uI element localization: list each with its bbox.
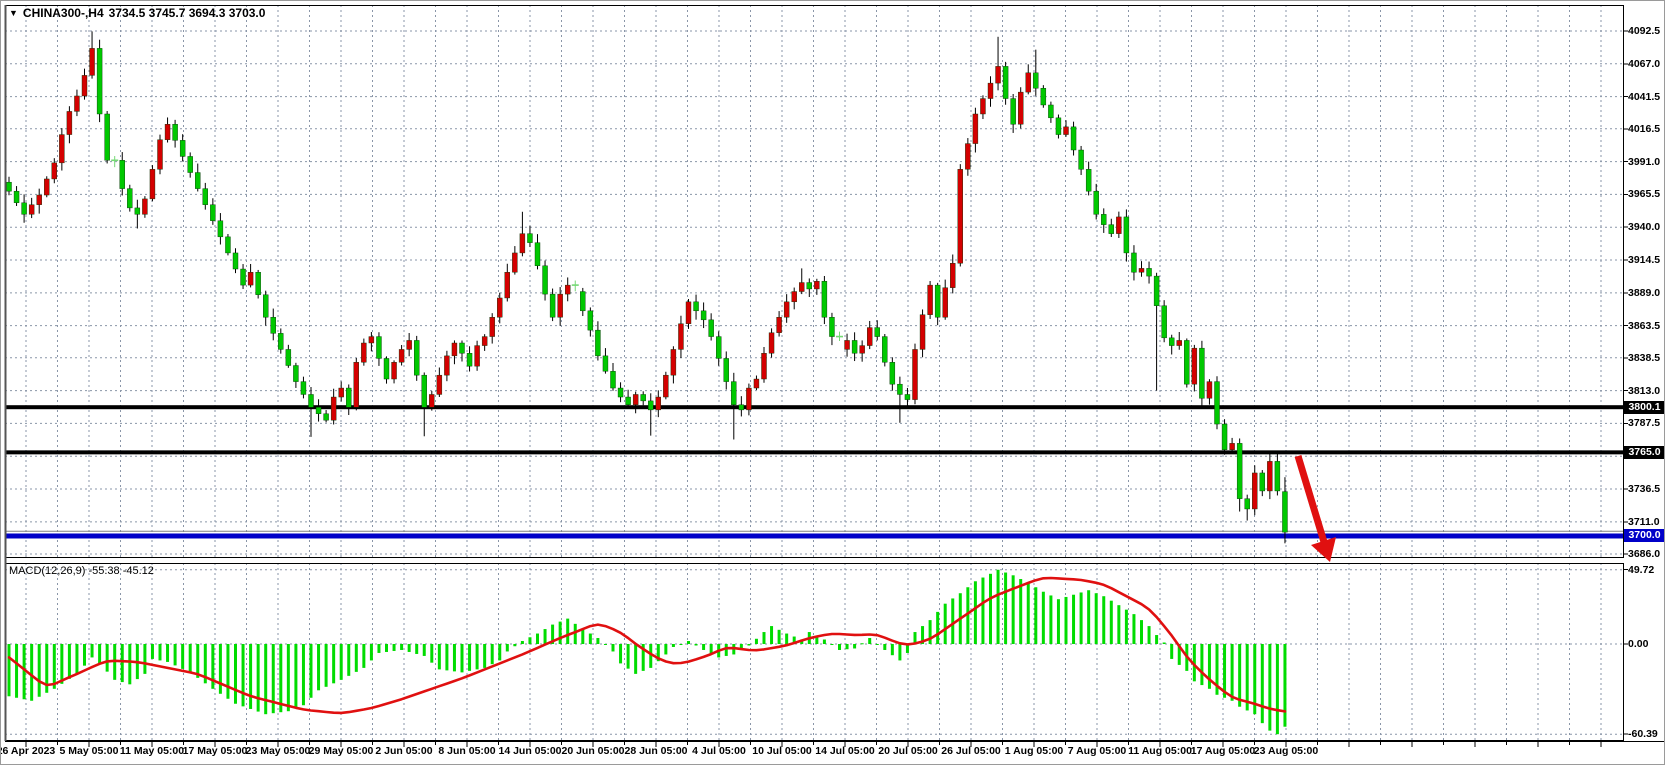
price-axis-label: 3838.5 [1628, 352, 1665, 364]
candlesticks [7, 31, 1288, 543]
time-axis-label: 26 Jul 05:00 [941, 745, 1001, 757]
macd-indicator-label: MACD(12,26,9) -55.38 -45.12 [9, 565, 154, 577]
time-axis-label: 28 Jun 05:00 [624, 745, 687, 757]
time-axis-label: 11 Aug 05:00 [1128, 745, 1192, 757]
chart-canvas [1, 1, 1665, 765]
panel-frames [5, 5, 1665, 747]
price-axis-label: 4092.5 [1628, 25, 1665, 37]
price-level-badge: 3765.0 [1624, 446, 1665, 459]
time-axis-label: 11 May 05:00 [120, 745, 184, 757]
price-axis-label: 4041.5 [1628, 91, 1665, 103]
price-axis-label: 4067.0 [1628, 58, 1665, 70]
time-axis-label: 8 Jun 05:00 [438, 745, 495, 757]
time-axis-label: 5 May 05:00 [60, 745, 119, 757]
time-axis-label: 17 May 05:00 [183, 745, 248, 757]
chart-window: ▼ CHINA300-,H4 3734.5 3745.7 3694.3 3703… [0, 0, 1665, 765]
price-axis-label: 3940.0 [1628, 221, 1665, 233]
time-axis-label: 14 Jun 05:00 [498, 745, 561, 757]
price-axis-label: 3889.0 [1628, 287, 1665, 299]
price-axis-label: 3991.0 [1628, 156, 1665, 168]
time-axis-label: 20 Jun 05:00 [561, 745, 624, 757]
time-axis-label: 7 Aug 05:00 [1068, 745, 1127, 757]
time-axis-label: 2 Jun 05:00 [375, 745, 432, 757]
ohlc-values: 3734.5 3745.7 3694.3 3703.0 [109, 6, 266, 20]
symbol-dropdown-icon[interactable]: ▼ [9, 7, 18, 19]
time-axis-label: 4 Jul 05:00 [692, 745, 746, 757]
price-level-badge: 3800.1 [1624, 401, 1665, 414]
grid-lines [5, 5, 1623, 740]
time-axis-label: 23 May 05:00 [246, 745, 311, 757]
time-axis-label: 17 Aug 05:00 [1191, 745, 1255, 757]
price-axis-label: 4016.5 [1628, 123, 1665, 135]
time-axis-label: 23 Aug 05:00 [1254, 745, 1318, 757]
time-axis-label: 29 May 05:00 [309, 745, 374, 757]
macd-axis-label: 0.00 [1628, 638, 1665, 650]
time-axis-label: 26 Apr 2023 [0, 745, 55, 757]
time-axis-label: 20 Jul 05:00 [878, 745, 938, 757]
time-axis-label: 14 Jul 05:00 [815, 745, 875, 757]
macd-axis-label: -60.39 [1628, 728, 1665, 740]
price-axis-label: 3813.0 [1628, 385, 1665, 397]
macd-plot [8, 570, 1287, 734]
time-axis-label: 1 Aug 05:00 [1005, 745, 1064, 757]
price-axis-label: 3965.5 [1628, 188, 1665, 200]
time-axis-label: 10 Jul 05:00 [752, 745, 812, 757]
macd-axis-label: 49.72 [1628, 564, 1665, 576]
price-level-badge: 3700.0 [1624, 529, 1665, 542]
price-axis-label: 3686.0 [1628, 548, 1665, 560]
price-axis-label: 3787.5 [1628, 417, 1665, 429]
price-axis-label: 3736.5 [1628, 483, 1665, 495]
price-axis-label: 3863.5 [1628, 320, 1665, 332]
price-axis-label: 3914.5 [1628, 254, 1665, 266]
price-axis-label: 3711.0 [1628, 516, 1665, 528]
chart-title: ▼ CHINA300-,H4 3734.5 3745.7 3694.3 3703… [9, 6, 265, 20]
symbol-period-label: CHINA300-,H4 [23, 6, 104, 20]
